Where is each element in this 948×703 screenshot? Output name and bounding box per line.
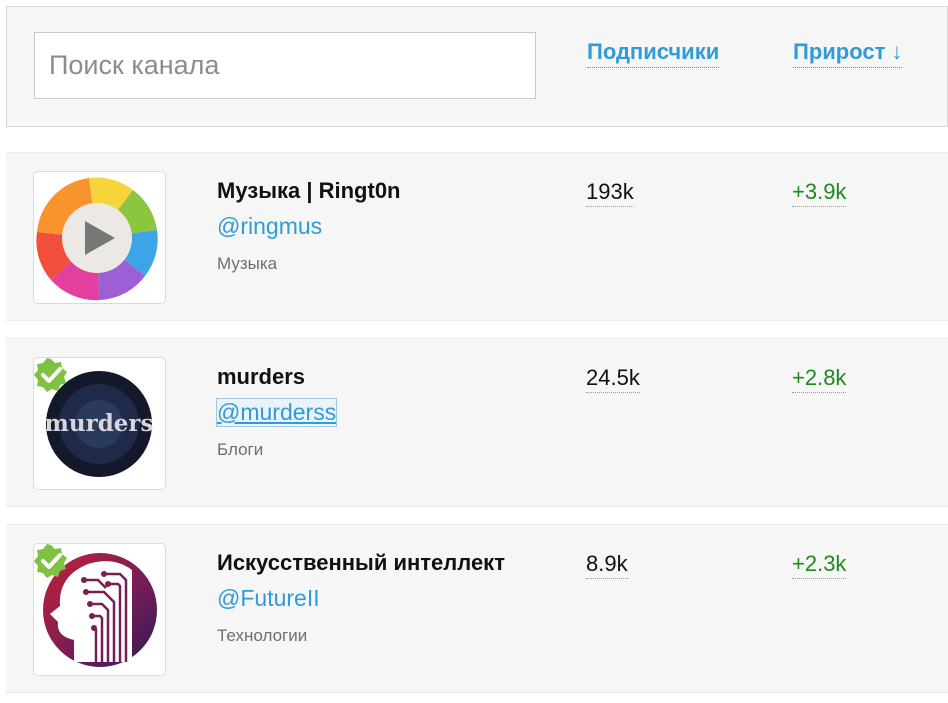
channel-category[interactable]: Технологии: [217, 626, 307, 646]
growth-count: +2.8k: [792, 364, 847, 393]
channel-handle-link[interactable]: @ringmus: [217, 213, 322, 240]
channel-title[interactable]: Музыка | Ringt0n: [217, 178, 401, 204]
play-logo-icon: [36, 177, 158, 301]
subscribers-count: 193k: [586, 178, 634, 207]
subscribers-count: 24.5k: [586, 364, 640, 393]
verified-badge-icon: [34, 358, 67, 392]
channel-avatar[interactable]: [33, 171, 166, 304]
channel-handle-link[interactable]: @FutureII: [217, 585, 320, 612]
subscribers-count: 8.9k: [586, 550, 628, 579]
sort-growth-label: Прирост: [793, 39, 886, 64]
sort-growth-link[interactable]: Прирост ↓: [793, 37, 903, 68]
channel-row: murders murders @murderss Блоги 24.5k +2…: [6, 338, 948, 507]
murders-logo-text: murders: [45, 410, 154, 437]
verified-badge-icon: [34, 544, 67, 578]
channel-handle-link[interactable]: @murderss: [215, 398, 338, 427]
channel-row: Искусственный интеллект @FutureII Технол…: [6, 524, 948, 693]
channel-avatar[interactable]: murders: [33, 357, 166, 490]
channel-category[interactable]: Блоги: [217, 440, 263, 460]
channel-row: Музыка | Ringt0n @ringmus Музыка 193k +3…: [6, 152, 948, 321]
search-input[interactable]: [34, 32, 536, 99]
table-header: Подписчики Прирост↓: [6, 6, 948, 127]
growth-count: +3.9k: [792, 178, 847, 207]
sort-desc-arrow-icon: ↓: [891, 39, 903, 64]
channel-avatar[interactable]: [33, 543, 166, 676]
channel-category[interactable]: Музыка: [217, 254, 277, 274]
channel-title[interactable]: Искусственный интеллект: [217, 550, 505, 576]
growth-count: +2.3k: [792, 550, 847, 579]
channel-title[interactable]: murders: [217, 364, 305, 390]
sort-subscribers-link[interactable]: Подписчики: [587, 37, 720, 68]
